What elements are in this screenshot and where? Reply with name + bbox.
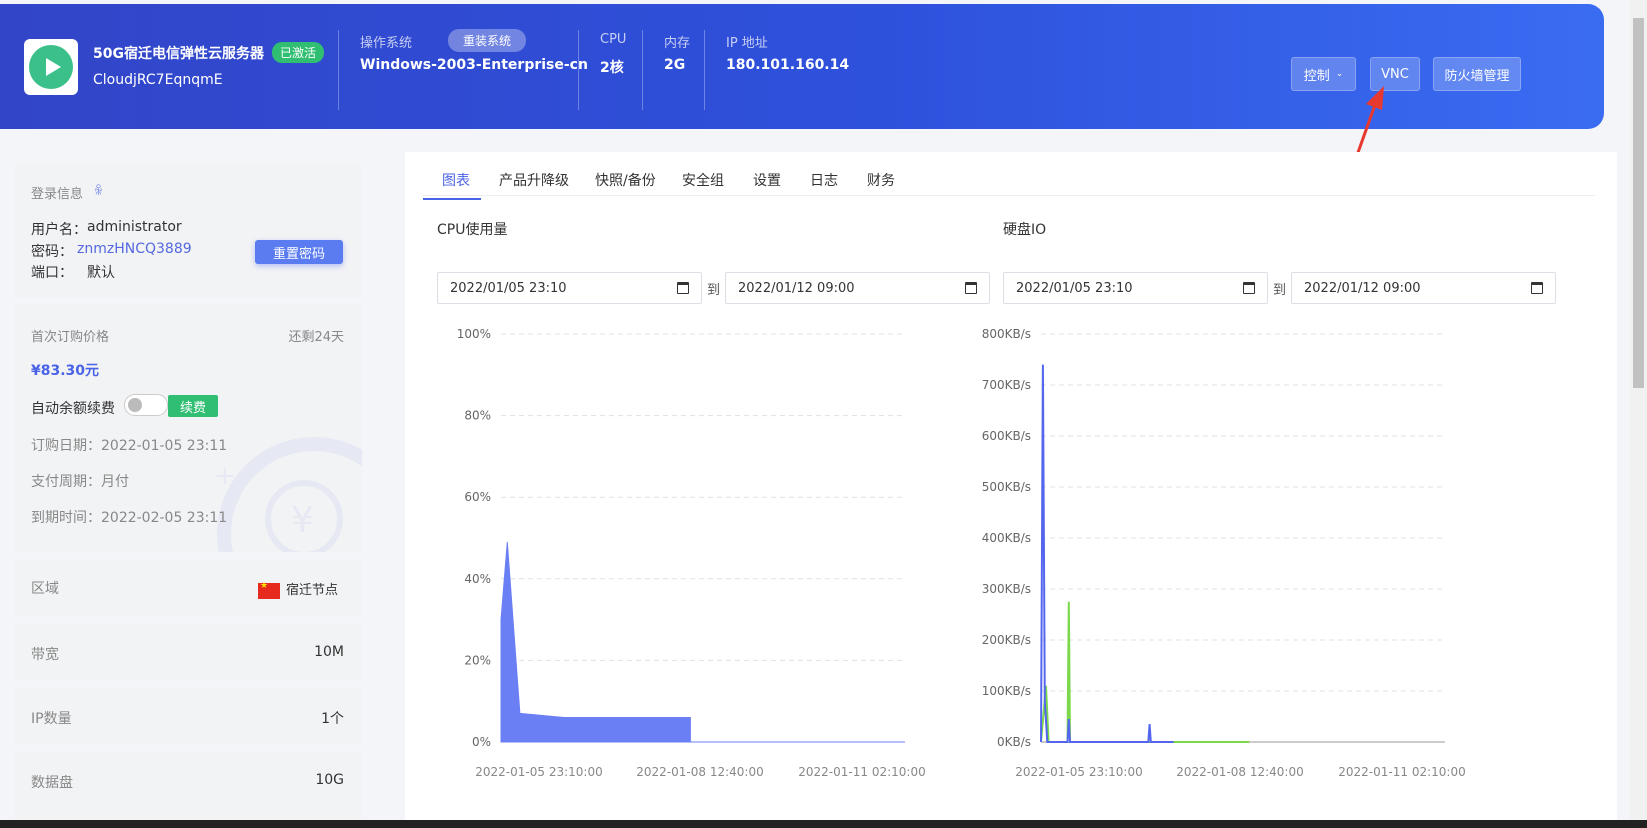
bottom-bar <box>0 820 1647 828</box>
y-tick-label: 100% <box>457 327 491 341</box>
remaining-days: 还剩24天 <box>288 330 344 345</box>
login-title: 登录信息 <box>31 187 84 202</box>
y-tick-label: 400KB/s <box>982 531 1031 545</box>
y-tick-label: 600KB/s <box>982 429 1031 443</box>
pay-cycle: 支付周期：月付 <box>31 474 129 490</box>
y-tick-label: 500KB/s <box>982 480 1031 494</box>
ip-count-card: IP数量 1个 <box>14 688 362 744</box>
main-panel: 图表 产品升降级 快照/备份 安全组 设置 日志 财务 CPU使用量 2022/… <box>405 152 1617 828</box>
server-name: 50G宿迁电信弹性云服务器 <box>93 46 264 62</box>
password-label: 密码： <box>31 244 73 260</box>
port-value: 默认 <box>87 265 115 281</box>
bandwidth-label: 带宽 <box>31 647 59 663</box>
y-tick-label: 100KB/s <box>982 684 1031 698</box>
status-badge: 已激活 <box>272 42 325 63</box>
price-value: ¥83.30元 <box>31 363 100 379</box>
billing-card: ¥ + 首次订购价格 还剩24天 ¥83.30元 自动余额续费 续费 订购日期：… <box>14 304 362 552</box>
username-label: 用户名： <box>31 222 87 238</box>
y-tick-label: 60% <box>464 490 491 504</box>
y-tick-label: 800KB/s <box>982 327 1031 341</box>
y-tick-label: 300KB/s <box>982 582 1031 596</box>
firewall-button[interactable]: 防火墙管理 <box>1433 57 1521 91</box>
login-info-card: 登录信息 ꆜ 用户名： administrator 密码： znmzHNCQ38… <box>14 164 362 298</box>
memory-value: 2G <box>664 57 686 73</box>
series-line <box>1040 601 1250 743</box>
server-logo <box>24 39 78 95</box>
cpu-value: 2核 <box>600 60 624 76</box>
x-tick-label: 2022-01-08 12:40:00 <box>636 765 763 779</box>
expire-date: 到期时间：2022-02-05 23:11 <box>31 510 228 526</box>
username-value: administrator <box>87 219 182 235</box>
first-price-label: 首次订购价格 <box>31 330 110 345</box>
y-tick-label: 0% <box>472 735 491 749</box>
svg-text:¥: ¥ <box>291 500 314 541</box>
region-card: 区域 宿迁节点 <box>14 560 362 616</box>
scrollbar-thumb[interactable] <box>1633 18 1644 388</box>
data-disk-value: 10G <box>315 772 344 788</box>
ip-value: 180.101.160.14 <box>726 57 850 73</box>
x-tick-label: 2022-01-05 23:10:00 <box>1015 765 1142 779</box>
page: 50G宿迁电信弹性云服务器 已激活 CloudjRC7EqnqmE 操作系统 重… <box>0 0 1647 828</box>
divider <box>642 30 643 110</box>
data-disk-card: 数据盘 10G <box>14 752 362 820</box>
divider <box>338 30 339 110</box>
y-tick-label: 80% <box>464 409 491 423</box>
reset-password-button[interactable]: 重置密码 <box>255 240 343 264</box>
server-header: 50G宿迁电信弹性云服务器 已激活 CloudjRC7EqnqmE 操作系统 重… <box>0 4 1604 129</box>
renew-button[interactable]: 续费 <box>168 395 218 417</box>
y-tick-label: 700KB/s <box>982 378 1031 392</box>
x-tick-label: 2022-01-05 23:10:00 <box>475 765 602 779</box>
user-icon: ꆜ <box>94 184 104 198</box>
auto-renew-label: 自动余额续费 <box>31 401 115 417</box>
vnc-button[interactable]: VNC <box>1370 57 1420 91</box>
cpu-usage-chart: 0% 20% 40% 60% 80% 100% 2022-01-05 23:10:00 202… <box>457 327 926 779</box>
series-line <box>1040 364 1174 743</box>
order-date: 订购日期：2022-01-05 23:11 <box>31 438 228 454</box>
server-id: CloudjRC7EqnqmE <box>93 72 223 88</box>
control-label: 控制 <box>1303 68 1330 84</box>
series-area <box>500 542 905 743</box>
bandwidth-value: 10M <box>314 644 344 660</box>
region-value: 宿迁节点 <box>286 583 339 598</box>
y-tick-label: 40% <box>464 572 491 586</box>
ip-count-label: IP数量 <box>31 711 72 727</box>
control-dropdown-button[interactable]: 控制 ⌄ <box>1291 57 1356 91</box>
y-tick-label: 200KB/s <box>982 633 1031 647</box>
divider <box>578 30 579 110</box>
y-tick-label: 0KB/s <box>997 735 1031 749</box>
password-value: znmzHNCQ3889 <box>77 241 192 257</box>
x-tick-label: 2022-01-08 12:40:00 <box>1176 765 1303 779</box>
reinstall-button[interactable]: 重装系统 <box>448 29 527 52</box>
data-disk-label: 数据盘 <box>31 775 73 791</box>
ip-label: IP 地址 <box>726 36 768 51</box>
divider <box>704 30 705 110</box>
disk-io-chart: 0KB/s 100KB/s 200KB/s 300KB/s 400KB/s 500KB/s… <box>982 327 1466 779</box>
region-label: 区域 <box>31 581 59 597</box>
bandwidth-card: 带宽 10M <box>14 624 362 680</box>
os-label: 操作系统 <box>360 36 413 51</box>
china-flag-icon <box>258 581 280 599</box>
port-label: 端口： <box>31 265 73 281</box>
vertical-scrollbar[interactable] <box>1630 0 1647 828</box>
ip-count-value: 1个 <box>321 711 344 727</box>
chevron-down-icon: ⌄ <box>1335 69 1344 79</box>
svg-text:+: + <box>214 461 236 491</box>
os-value: Windows-2003-Enterprise-cn <box>360 57 588 73</box>
cpu-label: CPU <box>600 32 627 47</box>
memory-label: 内存 <box>664 36 691 51</box>
auto-renew-toggle[interactable] <box>124 394 168 416</box>
x-tick-label: 2022-01-11 02:10:00 <box>798 765 925 779</box>
x-tick-label: 2022-01-11 02:10:00 <box>1338 765 1465 779</box>
play-icon <box>29 45 73 89</box>
y-tick-label: 20% <box>464 653 491 667</box>
